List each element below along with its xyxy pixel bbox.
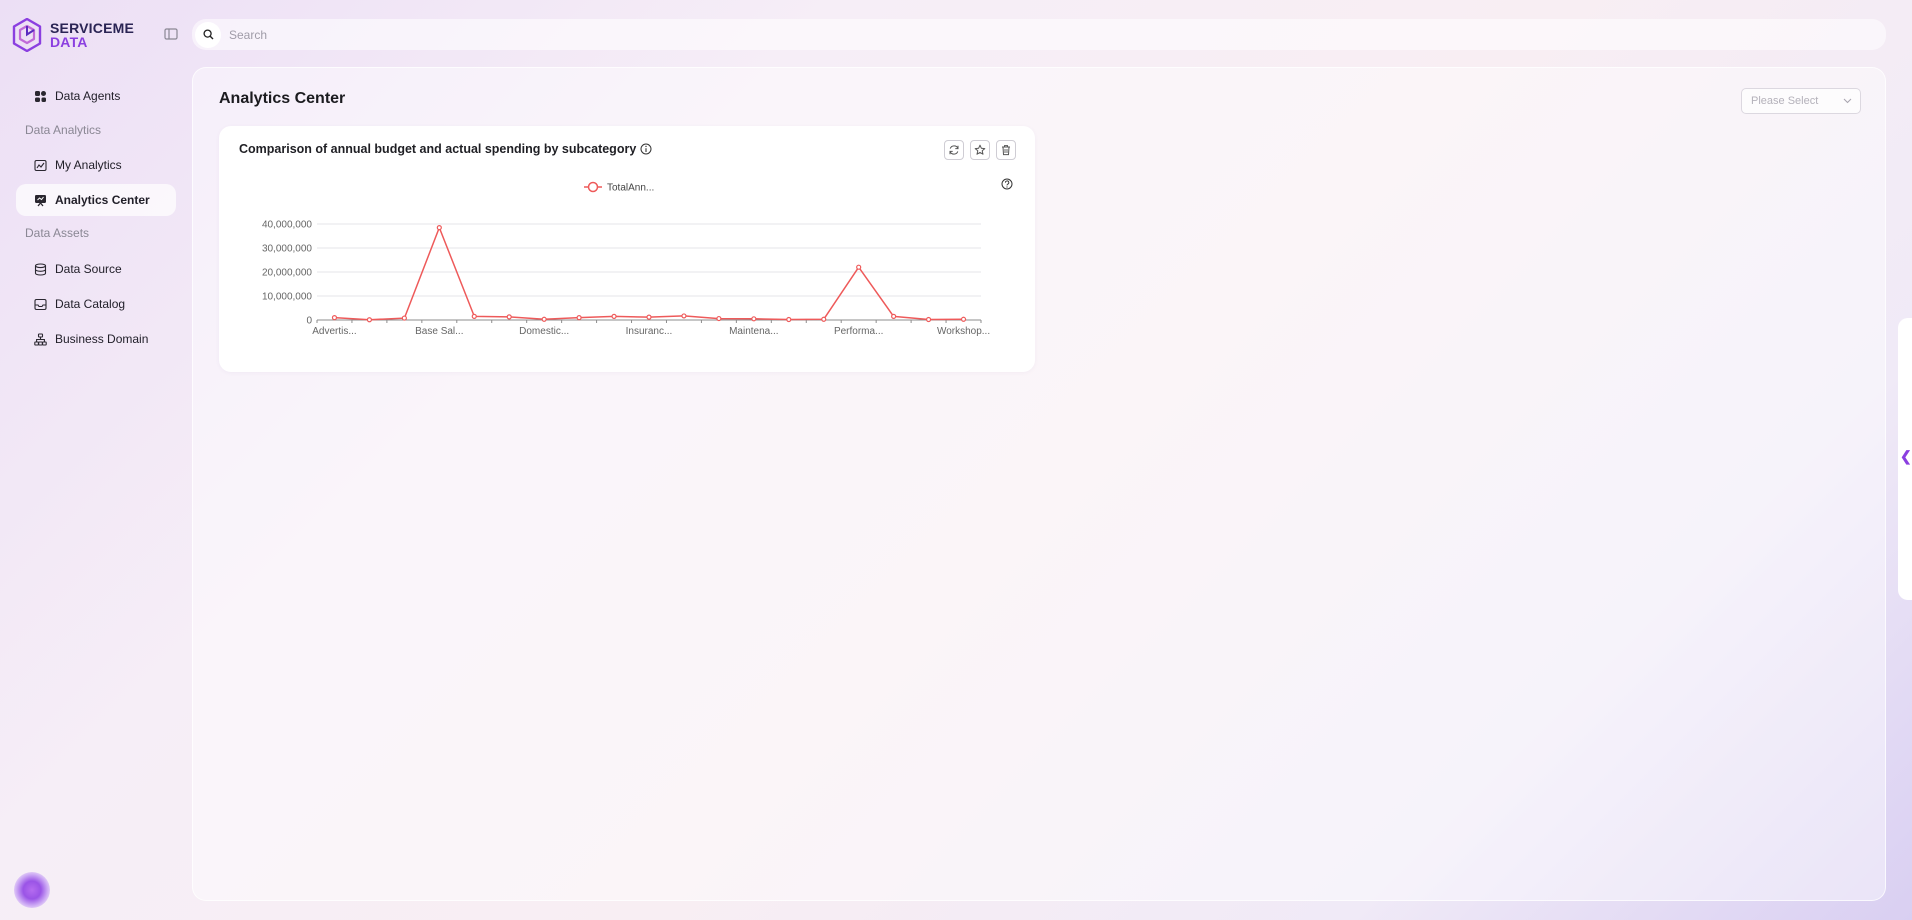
main-panel: Analytics Center Please Select Compariso… (192, 67, 1886, 901)
line-chart: 0 10,000,000 20,000,000 30,000,000 40,000,00… (262, 178, 1013, 337)
x-tick-label: Base Sal... (415, 326, 463, 337)
y-tick-label: 40,000,000 (262, 220, 312, 231)
filter-select[interactable]: Please Select (1741, 88, 1861, 114)
data-point[interactable] (856, 264, 862, 270)
y-tick-label: 30,000,000 (262, 244, 312, 255)
x-tick-label: Insuranc... (626, 326, 673, 337)
sidebar-item-label: Data Source (55, 262, 122, 276)
sidebar-item-my-analytics[interactable]: My Analytics (16, 149, 176, 181)
data-point[interactable] (366, 317, 373, 323)
sidebar-group-data-assets: Data Assets (25, 226, 90, 240)
sidebar-toggle-icon[interactable] (164, 27, 178, 41)
data-point[interactable] (541, 316, 547, 322)
data-point[interactable] (436, 224, 442, 231)
assistant-orb-button[interactable] (14, 872, 50, 908)
x-tick-label: Performa... (834, 326, 883, 337)
series-line (334, 226, 964, 321)
data-point[interactable] (821, 316, 827, 322)
y-tick-label: 0 (306, 316, 312, 327)
data-point[interactable] (891, 313, 897, 319)
data-point[interactable] (786, 316, 792, 323)
x-tick-label: Maintena... (729, 326, 778, 337)
logo-hexagon-icon (12, 18, 42, 52)
hierarchy-icon (34, 332, 47, 346)
dashboard-icon (35, 194, 46, 206)
sidebar-item-analytics-center[interactable]: Analytics Center (16, 184, 176, 216)
search-input[interactable] (229, 27, 829, 42)
data-point[interactable] (506, 314, 512, 320)
data-point[interactable] (925, 316, 932, 323)
sidebar-item-label: My Analytics (55, 158, 122, 172)
sidebar-item-label: Data Catalog (55, 297, 126, 311)
brand-name-line1: SERVICEME (50, 20, 135, 36)
right-panel-toggle[interactable]: ❮ (1898, 318, 1912, 600)
data-point[interactable] (401, 315, 407, 321)
data-point[interactable] (611, 313, 617, 319)
sidebar-item-data-agents[interactable]: Data Agents (16, 80, 176, 112)
search-icon-button[interactable] (195, 21, 221, 48)
x-tick-label: Workshop... (937, 326, 990, 337)
inbox-icon (34, 298, 47, 310)
data-point[interactable] (576, 315, 582, 321)
agents-icon (35, 90, 46, 102)
database-icon (34, 262, 47, 276)
sidebar-item-label: Business Domain (55, 332, 149, 346)
brand-logo[interactable]: SERVICEME DATA (12, 18, 134, 52)
data-point[interactable] (716, 315, 722, 322)
sidebar-group-data-analytics: Data Analytics (25, 123, 102, 137)
page-title: Analytics Center (219, 90, 346, 107)
data-point[interactable] (646, 314, 652, 320)
select-placeholder: Please Select (1751, 95, 1819, 107)
chevron-left-icon: ❮ (1900, 448, 1912, 464)
sidebar-item-label: Data Agents (55, 89, 121, 103)
sidebar-item-data-catalog[interactable]: Data Catalog (16, 288, 176, 320)
chart-card: Comparison of annual budget and actual s… (219, 126, 1035, 372)
x-tick-label: Advertis... (312, 326, 356, 337)
sidebar-item-label: Analytics Center (55, 193, 150, 207)
search-icon (202, 29, 213, 40)
brand-name-line2: DATA (50, 34, 88, 50)
search-bar[interactable] (192, 19, 1886, 50)
analytics-icon (34, 159, 47, 171)
y-tick-label: 10,000,000 (262, 292, 312, 303)
sidebar-item-data-source[interactable]: Data Source (16, 253, 176, 285)
chart-help-icon[interactable] (1001, 178, 1013, 190)
legend-dot-marker (587, 181, 599, 193)
data-point[interactable] (681, 313, 687, 319)
y-tick-label: 20,000,000 (262, 268, 312, 279)
data-point[interactable] (751, 316, 757, 322)
sidebar-item-business-domain[interactable]: Business Domain (16, 323, 176, 355)
sidebar: SERVICEME DATA Data Agents Data Analytic… (0, 0, 190, 920)
data-point[interactable] (960, 316, 967, 322)
legend-label[interactable]: TotalAnn... (607, 183, 654, 194)
x-tick-label: Domestic... (519, 326, 569, 337)
chevron-down-icon (1843, 98, 1852, 104)
data-point[interactable] (331, 315, 338, 321)
data-point[interactable] (471, 313, 477, 319)
